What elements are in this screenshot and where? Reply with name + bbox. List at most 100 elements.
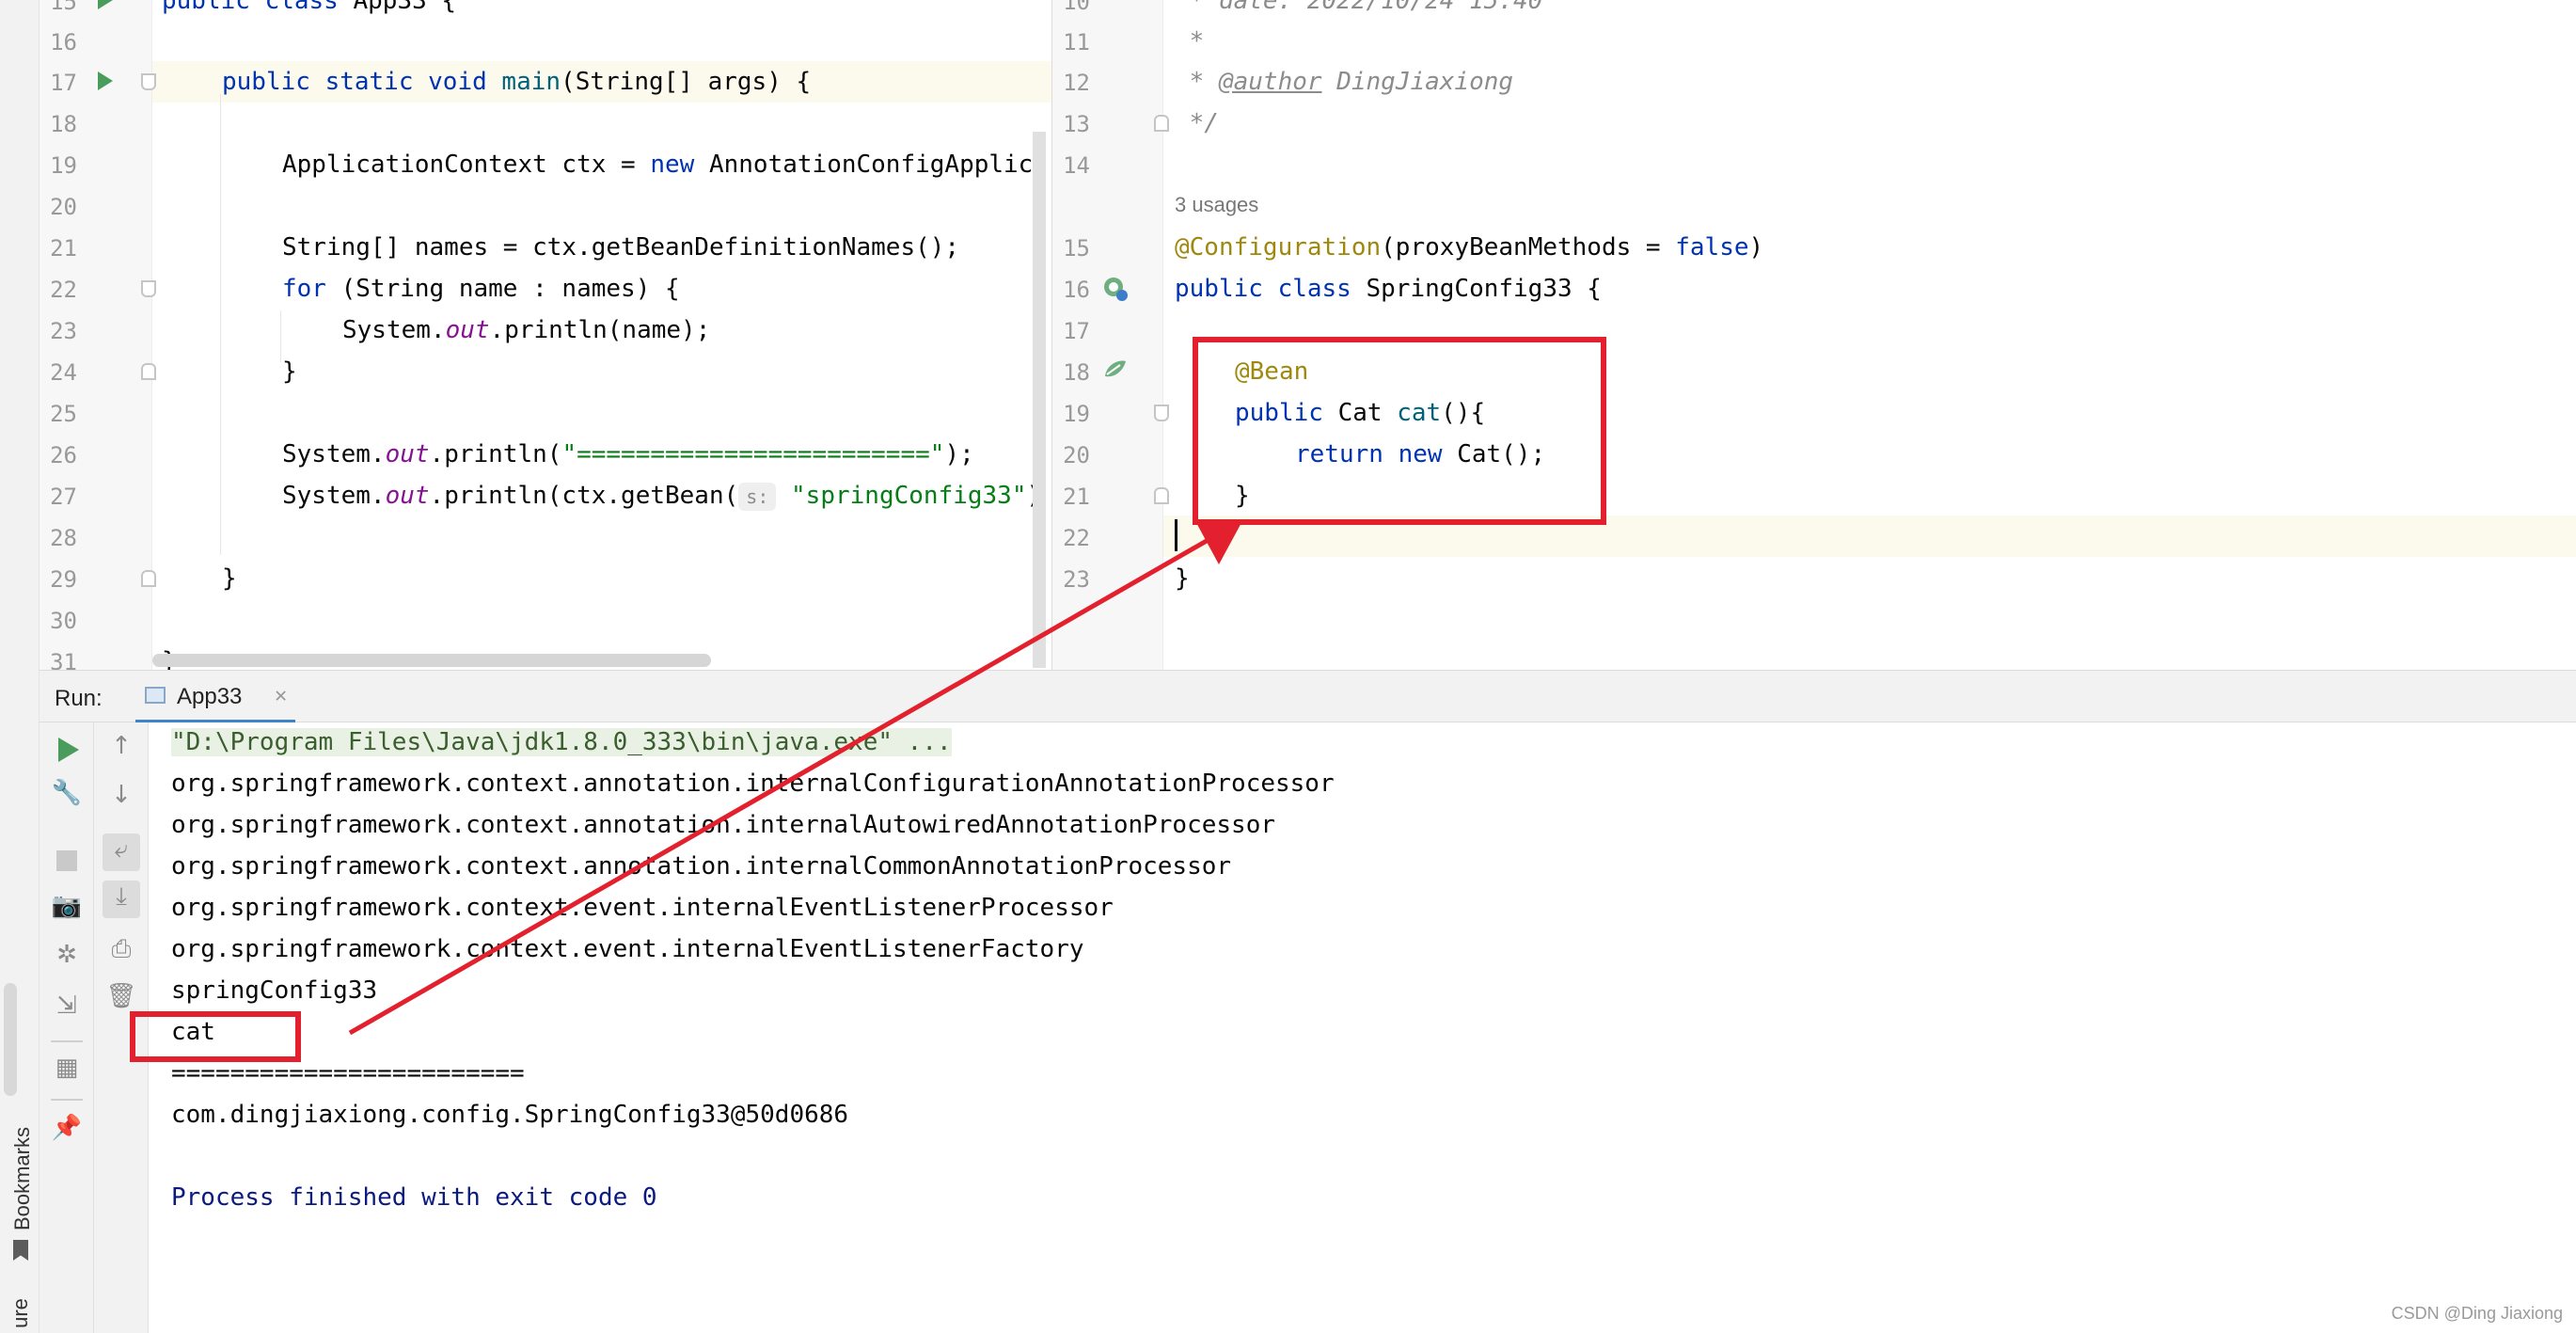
watermark: CSDN @Ding Jiaxiong: [2391, 1304, 2563, 1323]
fold-marker[interactable]: [141, 570, 156, 587]
debug-icon[interactable]: ✲: [40, 941, 94, 969]
line-number: 11: [1063, 29, 1090, 56]
line-number: 23: [50, 318, 77, 344]
pin-icon[interactable]: 📌: [40, 1114, 94, 1142]
camera-icon[interactable]: 📷: [40, 892, 94, 920]
rerun-icon[interactable]: [58, 738, 79, 762]
right-editor-pane[interactable]: 10 11 12 13 14 15 16 17 18 19 20 21 22 2…: [1051, 0, 2576, 670]
line-number: 19: [1063, 401, 1090, 427]
wrench-icon[interactable]: 🔧: [40, 779, 94, 807]
bean-icon[interactable]: [1101, 356, 1130, 384]
line-number: 30: [50, 608, 77, 634]
line-number: 10: [1063, 0, 1090, 15]
bean-icon[interactable]: [1101, 275, 1130, 303]
right-editor-gutter: 10 11 12 13 14 15 16 17 18 19 20 21 22 2…: [1052, 0, 1169, 670]
down-arrow-icon[interactable]: ↓: [94, 781, 149, 809]
console-line: org.springframework.context.event.intern…: [171, 935, 1084, 963]
left-editor-gutter: 15 16 17 18 19 20 21 22 23 24 25 26 27 2…: [40, 0, 156, 675]
code-line-27: System.out.println(ctx.getBean(s: "sprin…: [282, 482, 1041, 511]
close-icon[interactable]: ✕: [275, 684, 287, 707]
code-line-10: * date: 2022/10/24 15:40: [1175, 0, 1543, 15]
fold-marker[interactable]: [1154, 405, 1169, 421]
console-line: com.dingjiaxiong.config.SpringConfig33@5…: [171, 1101, 849, 1129]
code-line-29: }: [222, 564, 237, 593]
structure-tool-tab[interactable]: ure: [4, 1293, 36, 1333]
layout-icon[interactable]: ▦: [40, 1054, 94, 1082]
code-line-21: String[] names = ctx.getBeanDefinitionNa…: [282, 233, 960, 262]
line-number: 17: [1063, 318, 1090, 344]
line-number: 22: [50, 277, 77, 303]
fold-marker[interactable]: [141, 363, 156, 380]
line-number: 24: [50, 359, 77, 386]
console-line: "D:\Program Files\Java\jdk1.8.0_333\bin\…: [171, 728, 952, 756]
left-editor-horizontal-scrollbar[interactable]: [152, 654, 711, 667]
bookmark-icon: [13, 1240, 28, 1261]
structure-label: ure: [8, 1298, 32, 1328]
line-number: 19: [50, 152, 77, 179]
line-number: 29: [50, 566, 77, 593]
left-editor-pane[interactable]: 15 16 17 18 19 20 21 22 23 24 25 26 27 2…: [40, 0, 1051, 675]
run-config-tab[interactable]: App33 ✕: [135, 671, 295, 723]
toolbar-separator: [51, 1099, 83, 1101]
line-number: 17: [50, 70, 77, 96]
run-toolbar-primary: 🔧 📷 ✲ ⇲ ▦ 📌: [40, 722, 94, 1333]
code-line-13: */: [1175, 109, 1219, 137]
run-main-icon[interactable]: [98, 71, 113, 90]
console-exit-line: Process finished with exit code 0: [171, 1183, 657, 1212]
line-number: 28: [50, 525, 77, 551]
fold-marker[interactable]: [141, 73, 156, 90]
soft-wrap-icon: ⤶: [114, 835, 129, 864]
line-number: 13: [1063, 111, 1090, 137]
console-line: org.springframework.context.annotation.i…: [171, 811, 1275, 839]
run-panel-header: Run: App33 ✕: [40, 670, 2576, 723]
line-number: 26: [50, 442, 77, 468]
code-line-24: }: [282, 357, 297, 386]
scroll-to-end-button[interactable]: ⤓: [103, 881, 140, 918]
up-arrow-icon[interactable]: ↑: [94, 732, 149, 760]
fold-marker[interactable]: [141, 280, 156, 297]
text-cursor: [1175, 519, 1177, 551]
left-strip-scroll-handle[interactable]: [4, 983, 17, 1096]
line-number: 21: [1063, 484, 1090, 510]
code-line-23: }: [1175, 564, 1190, 593]
left-editor-vertical-scrollbar[interactable]: [1033, 132, 1046, 668]
line-number: 20: [50, 194, 77, 220]
line-number: 16: [50, 29, 77, 56]
run-panel-label: Run:: [55, 686, 103, 711]
stop-icon[interactable]: [56, 850, 77, 871]
console-icon: [145, 687, 166, 704]
console-line: org.springframework.context.annotation.i…: [171, 770, 1335, 798]
line-number: 25: [50, 401, 77, 427]
run-tab-label: App33: [177, 684, 243, 709]
fold-marker[interactable]: [1154, 115, 1169, 132]
exit-icon[interactable]: ⇲: [40, 992, 94, 1020]
line-number: 23: [1063, 566, 1090, 593]
console-line: org.springframework.context.annotation.i…: [171, 852, 1232, 881]
left-tool-strip: Bookmarks ure: [0, 0, 40, 1333]
line-number: 18: [1063, 359, 1090, 386]
parameter-hint: s:: [738, 483, 777, 511]
line-number: 15: [1063, 235, 1090, 262]
bookmarks-label: Bookmarks: [10, 1126, 34, 1231]
annotation-box-bean-method: [1193, 337, 1606, 525]
code-line-26: System.out.println("====================…: [282, 440, 974, 468]
run-class-icon[interactable]: [98, 0, 113, 9]
console-line: springConfig33: [171, 976, 378, 1005]
code-line-15: @Configuration(proxyBeanMethods = false): [1175, 233, 1764, 262]
indent-guide: [220, 94, 221, 555]
fold-marker[interactable]: [1154, 487, 1169, 504]
trash-icon[interactable]: 🗑: [94, 982, 149, 1010]
print-icon[interactable]: ⎙: [94, 935, 149, 964]
console-line: org.springframework.context.event.intern…: [171, 894, 1114, 922]
code-line-17: public static void main(String[] args) {: [222, 68, 812, 96]
code-line-12: * @author DingJiaxiong: [1175, 68, 1514, 96]
line-number: 27: [50, 484, 77, 510]
bookmarks-tool-tab[interactable]: Bookmarks: [4, 1110, 36, 1270]
line-number: 18: [50, 111, 77, 137]
soft-wrap-button[interactable]: ⤶: [103, 833, 140, 871]
code-line-15: public class App33 {: [162, 0, 457, 15]
console-output[interactable]: "D:\Program Files\Java\jdk1.8.0_333\bin\…: [149, 722, 2576, 1333]
usages-hint[interactable]: 3 usages: [1175, 193, 1258, 217]
line-number: 15: [50, 0, 77, 15]
line-number: 14: [1063, 152, 1090, 179]
